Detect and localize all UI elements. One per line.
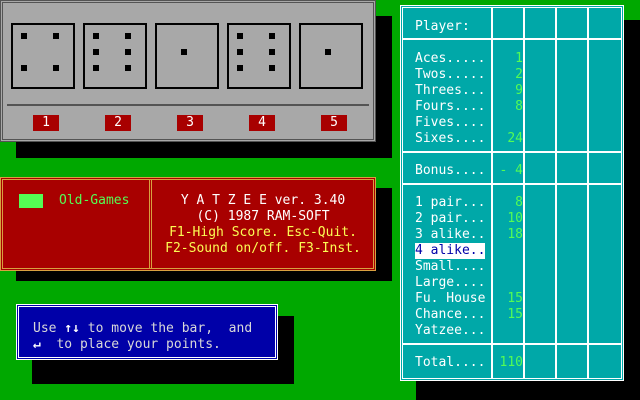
die-number-1[interactable]: 1: [33, 115, 59, 131]
old-games-label: Old-Games: [59, 193, 130, 208]
grid-line: [587, 8, 589, 378]
die-number-5[interactable]: 5: [321, 115, 347, 131]
help-line-2: ↵ to place your points.: [33, 337, 221, 353]
pip: [269, 65, 275, 71]
pip: [53, 33, 59, 39]
score-category[interactable]: 2 pair...: [415, 211, 485, 227]
die-1[interactable]: [11, 23, 75, 89]
help-box: Use ↑↓ to move the bar, and ↵ to place y…: [16, 304, 278, 360]
grid-line: [403, 151, 621, 153]
die-3[interactable]: [155, 23, 219, 89]
dice-tray: 1 2 3 4 5: [0, 0, 376, 142]
die-5[interactable]: [299, 23, 363, 89]
pip: [181, 49, 187, 55]
score-category[interactable]: Small....: [415, 259, 485, 275]
die-4[interactable]: [227, 23, 291, 89]
pip: [93, 49, 99, 55]
die-number-3[interactable]: 3: [177, 115, 203, 131]
score-category[interactable]: Large....: [415, 275, 485, 291]
score-category[interactable]: Fours....: [415, 99, 485, 115]
die-number-2[interactable]: 2: [105, 115, 131, 131]
player-label: Player:: [415, 19, 470, 34]
selection-bar[interactable]: 4 alike..: [415, 243, 486, 259]
game-title: Y A T Z E E ver. 3.40: [180, 193, 346, 208]
keys-help-1: F1-High Score. Esc-Quit.: [169, 225, 357, 240]
pip: [53, 65, 59, 71]
score-category[interactable]: Fives....: [415, 115, 485, 131]
score-category[interactable]: Chance...: [415, 307, 485, 323]
pip: [93, 33, 99, 39]
score-category[interactable]: Sixes....: [415, 131, 485, 147]
pip: [21, 33, 27, 39]
old-games-logo: [19, 194, 43, 208]
score-value: 110: [499, 355, 523, 370]
score-value: 1: [515, 51, 523, 66]
pip: [237, 65, 243, 71]
grid-line: [403, 343, 621, 345]
pip: [325, 49, 331, 55]
grid-line: [403, 183, 621, 185]
scorecard: Player: Aces..... 1 Twos..... 2 Threes... 9 Fo…: [400, 5, 624, 381]
score-value: 2: [515, 67, 523, 82]
score-value: 8: [515, 99, 523, 114]
score-category[interactable]: Threes...: [415, 83, 485, 99]
copyright-text: (C) 1987 RAM-SOFT: [196, 209, 330, 224]
banner-divider: [149, 180, 152, 268]
score-value: 15: [507, 291, 523, 306]
pip: [125, 33, 131, 39]
keys-help-2: F2-Sound on/off. F3-Inst.: [165, 241, 361, 256]
score-value: 10: [507, 211, 523, 226]
pip: [125, 49, 131, 55]
score-value: 18: [507, 227, 523, 242]
score-value: 9: [515, 83, 523, 98]
pip: [125, 65, 131, 71]
score-category[interactable]: Total....: [415, 355, 485, 371]
help-text: to move the bar, and: [79, 321, 253, 336]
help-text: to place your points.: [40, 337, 221, 352]
score-category[interactable]: Fu. House: [415, 291, 485, 307]
grid-line: [523, 8, 525, 378]
score-value: 24: [507, 131, 523, 146]
pip: [269, 49, 275, 55]
grid-line: [403, 38, 621, 40]
tray-divider: [7, 104, 369, 106]
pip: [269, 33, 275, 39]
score-category[interactable]: 1 pair...: [415, 195, 485, 211]
score-category[interactable]: Twos.....: [415, 67, 485, 83]
score-category[interactable]: Aces.....: [415, 51, 485, 67]
die-number-4[interactable]: 4: [249, 115, 275, 131]
score-category[interactable]: Bonus....: [415, 163, 485, 179]
help-text: Use: [33, 321, 65, 336]
pip: [237, 33, 243, 39]
score-value: 8: [515, 195, 523, 210]
score-value: 15: [507, 307, 523, 322]
die-2[interactable]: [83, 23, 147, 89]
score-category[interactable]: Yatzee...: [415, 323, 485, 339]
score-value: - 4: [499, 163, 523, 178]
pip: [237, 49, 243, 55]
grid-line: [555, 8, 557, 378]
enter-key-icon: ↵: [33, 337, 41, 352]
pip: [21, 65, 27, 71]
pip: [93, 65, 99, 71]
info-banner: Old-Games Y A T Z E E ver. 3.40 (C) 1987…: [0, 177, 376, 271]
score-category[interactable]: 3 alike..: [415, 227, 485, 243]
up-down-arrows-icon: ↑↓: [64, 321, 80, 336]
help-line-1: Use ↑↓ to move the bar, and: [33, 321, 252, 337]
